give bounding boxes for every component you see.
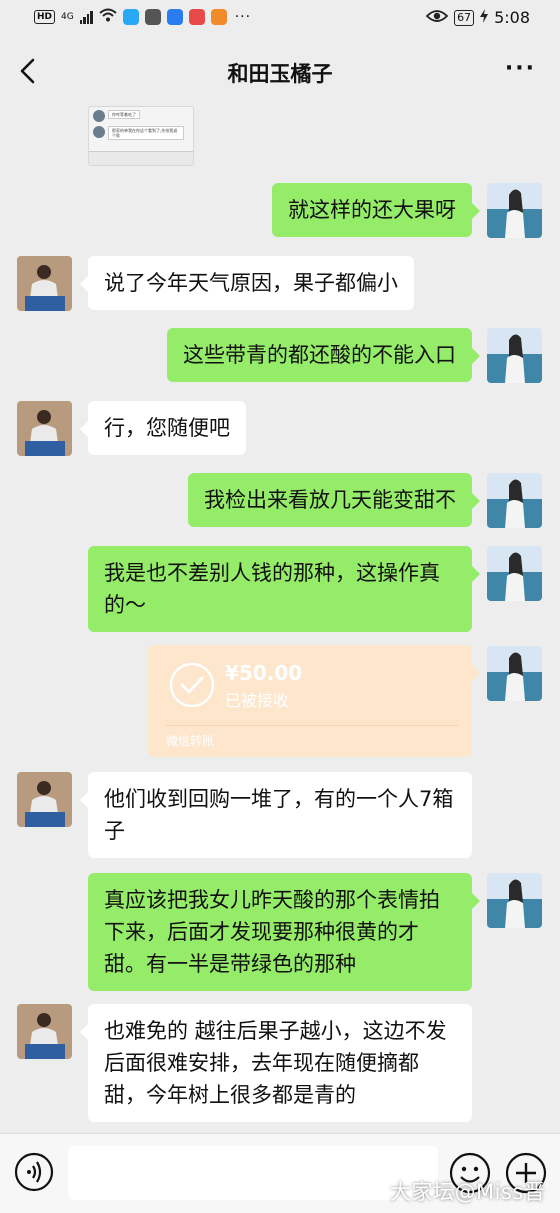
- battery-level: 67: [454, 9, 475, 26]
- app-icon-5: [210, 9, 227, 25]
- message-bubble-sent[interactable]: 我检出来看放几天能变甜不: [188, 473, 480, 527]
- app-icon-1: [122, 9, 139, 25]
- transfer-status: 已被接收: [225, 691, 290, 710]
- avatar[interactable]: [487, 183, 542, 238]
- avatar[interactable]: [487, 546, 542, 601]
- message-bubble-received[interactable]: 也难免的 越往后果子越小，这边不发后面很难安排，去年现在随便摘都甜，今年树上很多…: [80, 1004, 472, 1122]
- avatar[interactable]: [17, 401, 72, 456]
- avatar[interactable]: [17, 1004, 72, 1059]
- message-bubble-sent[interactable]: 就这样的还大果呀: [272, 183, 480, 237]
- eye-icon: [425, 9, 449, 27]
- divider: [166, 725, 458, 726]
- more-notifications-icon: ···: [234, 9, 252, 25]
- avatar[interactable]: [17, 772, 72, 827]
- message-bubble-received[interactable]: 行，您随便吧: [80, 401, 246, 455]
- app-icon-4: [188, 9, 205, 25]
- avatar[interactable]: [487, 328, 542, 383]
- title-bar: 和田玉橘子 ···: [0, 38, 560, 106]
- message-bubble-sent[interactable]: 这些带青的都还酸的不能入口: [167, 328, 480, 382]
- avatar[interactable]: [487, 646, 542, 701]
- thumb-text-2: 那家的单我在你这个看到了,先给我退个款: [108, 126, 184, 140]
- transfer-amount: ¥50.00: [225, 661, 303, 685]
- transfer-card[interactable]: ¥50.00 已被接收 微信转账: [148, 645, 480, 757]
- thumb-avatar: [93, 126, 105, 138]
- message-input[interactable]: [68, 1146, 438, 1200]
- app-icon-3: [166, 9, 183, 25]
- more-dots-icon[interactable]: ···: [505, 56, 536, 81]
- avatar[interactable]: [17, 256, 72, 311]
- avatar[interactable]: [487, 873, 542, 928]
- message-bubble-sent[interactable]: 我是也不差别人钱的那种，这操作真的～: [88, 546, 480, 632]
- thumb-input-bar: [89, 151, 193, 165]
- message-bubble-received[interactable]: 他们收到回购一堆了，有的一个人7箱子: [80, 772, 472, 858]
- status-bar: HD 4G ··· 67 5:08: [0, 0, 560, 38]
- voice-icon[interactable]: [14, 1152, 54, 1192]
- transfer-label: 微信转账: [166, 734, 215, 748]
- chat-title: 和田玉橘子: [227, 62, 333, 86]
- message-bubble-sent[interactable]: 真应该把我女儿昨天酸的那个表情拍下来，后面才发现要那种很黄的才甜。有一半是带绿色…: [88, 873, 480, 991]
- watermark: 大家坛@Miss晋: [390, 1180, 546, 1204]
- check-circle-icon: [168, 661, 216, 709]
- image-message[interactable]: 你咋等着吃了 那家的单我在你这个看到了,先给我退个款: [88, 106, 194, 166]
- wifi-icon: [99, 8, 117, 26]
- avatar[interactable]: [487, 473, 542, 528]
- hd-badge: HD: [34, 10, 56, 24]
- clock: 5:08: [494, 8, 530, 27]
- message-bubble-received[interactable]: 说了今年天气原因，果子都偏小: [80, 256, 414, 310]
- chat-screen: HD 4G ··· 67 5:08 和田玉橘子 ··· 你咋等着吃了 那家的单我…: [0, 0, 560, 1213]
- charging-icon: [480, 8, 489, 27]
- network-label: 4G: [61, 11, 74, 22]
- thumb-text-1: 你咋等着吃了: [108, 110, 140, 119]
- app-icon-2: [144, 9, 161, 25]
- thumb-avatar: [93, 110, 105, 122]
- signal-icon: [79, 10, 93, 24]
